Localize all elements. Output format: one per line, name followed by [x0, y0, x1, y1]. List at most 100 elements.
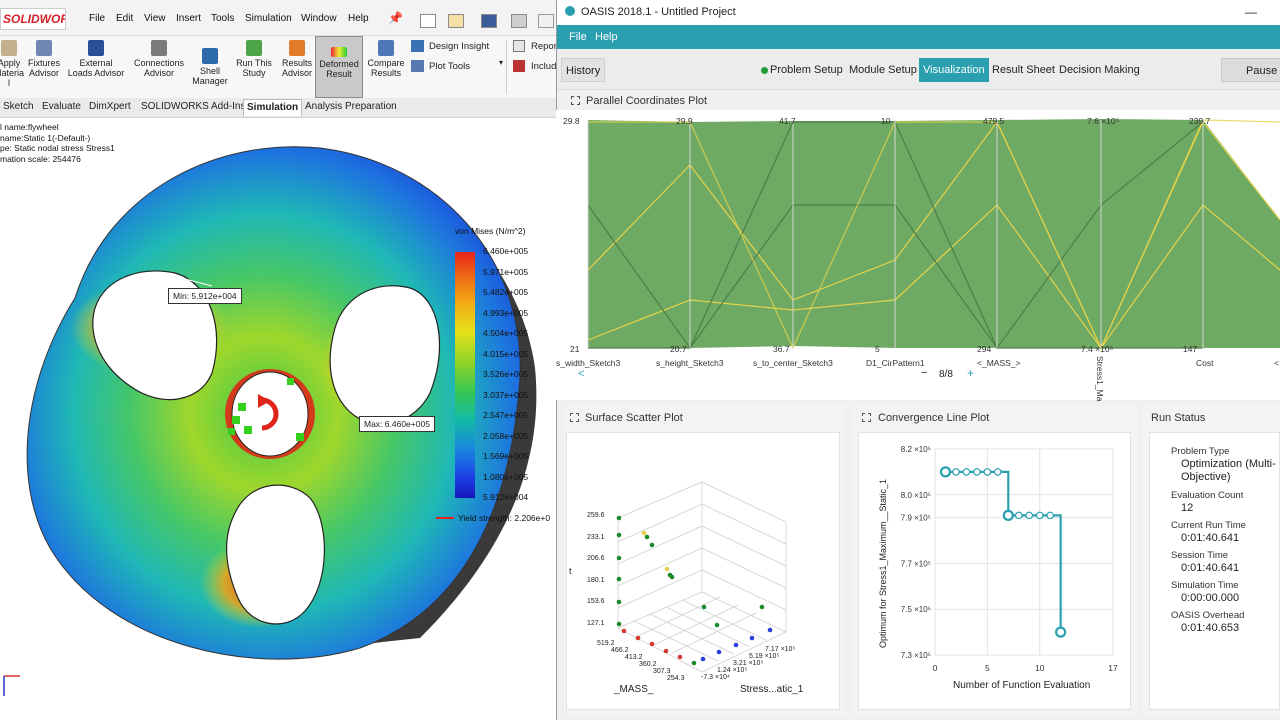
minimize-icon[interactable]: — [1245, 5, 1257, 19]
tab-decision-making[interactable]: Decision Making [1055, 58, 1144, 82]
report-button[interactable]: Report [513, 40, 556, 54]
axis-name-label[interactable]: s_to_center_Sketch3 [753, 358, 833, 368]
include-icon [513, 60, 525, 72]
tab-result-sheet[interactable]: Result Sheet [988, 58, 1059, 82]
deformed-icon [331, 47, 347, 57]
design-insight-icon [411, 40, 424, 52]
menu-simulation[interactable]: Simulation [245, 13, 292, 24]
axis-name-label[interactable]: Stress1_Ma [1095, 356, 1105, 401]
data-point [939, 466, 952, 478]
chevron-down-icon[interactable]: ▾ [499, 58, 503, 67]
axis-min-label: 20.7 [670, 344, 687, 354]
design-insight-button[interactable]: Design Insight [411, 40, 506, 54]
solidworks-logo: SOLIDWORKS [0, 8, 66, 30]
menu-help[interactable]: Help [348, 13, 369, 24]
tab-analysis-preparation[interactable]: Analysis Preparation [302, 101, 400, 112]
plot-frame [934, 448, 1114, 656]
oasis-nav: History Problem Setup Module Setup Visua… [557, 49, 1280, 90]
compare-icon [378, 40, 394, 56]
axis-max-label: 479.5 [983, 116, 1005, 126]
compare-results-button[interactable]: Compare Results [366, 38, 406, 98]
data-point [1014, 511, 1023, 520]
expand-icon[interactable] [862, 413, 871, 422]
menu-file[interactable]: File [569, 31, 587, 43]
legend-value: 1.080e+005 [483, 471, 529, 482]
z-tick-label: 206.6 [587, 555, 605, 562]
pager-prev-icon[interactable]: − [921, 367, 927, 379]
shell-manager-button[interactable]: Shell Manager [191, 46, 229, 106]
menu-edit[interactable]: Edit [116, 13, 133, 24]
menu-window[interactable]: Window [301, 13, 337, 24]
mass-tick-label: 254.3 [667, 675, 685, 682]
tab-addins[interactable]: SOLIDWORKS Add-Ins [138, 101, 248, 112]
results-advisor-button[interactable]: Results Advisor [279, 38, 315, 98]
triad [3, 675, 20, 696]
pin-icon[interactable]: 📌 [388, 11, 403, 25]
history-button[interactable]: History [561, 58, 606, 82]
new-document-icon[interactable] [420, 14, 436, 28]
y-tick-label: 8.0 ×10⁵ [901, 491, 931, 500]
print-icon[interactable] [511, 14, 527, 28]
tab-problem-setup[interactable]: Problem Setup [766, 58, 847, 82]
report-icon [513, 40, 525, 52]
expand-icon[interactable] [571, 96, 580, 105]
menu-help[interactable]: Help [595, 31, 618, 43]
y-tick-label: 7.9 ×10⁵ [901, 514, 931, 523]
axis-name-label[interactable]: s_height_Sketch3 [656, 358, 724, 368]
tab-module-setup[interactable]: Module Setup [845, 58, 921, 82]
tab-dimxpert[interactable]: DimXpert [86, 101, 134, 112]
legend-value: 6.460e+005 [483, 246, 529, 256]
tab-simulation[interactable]: Simulation [243, 99, 303, 116]
axis-name-label[interactable]: Cost [1196, 358, 1213, 368]
y-tick-label: 7.3 ×10⁵ [901, 651, 931, 660]
deformed-result-button[interactable]: Deformed Result [315, 36, 363, 98]
sw-ribbon: Apply Material Fixtures Advisor External… [0, 36, 556, 98]
tab-sketch[interactable]: Sketch [0, 101, 37, 112]
tab-visualization[interactable]: Visualization [919, 58, 989, 82]
axis-name-label[interactable]: D1_CirPattern1 [866, 358, 925, 368]
external-loads-icon [88, 40, 104, 56]
oasis-logo-icon [565, 6, 575, 16]
problem-type-value: Optimization (Multi-Objective) [1181, 458, 1276, 483]
apply-material-button[interactable]: Apply Material [0, 38, 24, 98]
axis-name-label[interactable]: < [1274, 358, 1279, 368]
external-loads-button[interactable]: External Loads Advisor [66, 38, 126, 98]
scroll-left-icon[interactable]: < [578, 368, 584, 380]
run-this-study-button[interactable]: Run This Study [234, 38, 274, 98]
scatter-title: Surface Scatter Plot [585, 412, 683, 424]
z-tick-label: 127.1 [587, 619, 605, 627]
mass-tick-label: 307.3 [653, 668, 671, 675]
plot-tools-button[interactable]: Plot Tools [411, 60, 506, 74]
series-line [945, 470, 1062, 633]
problem-type-label: Problem Type [1171, 446, 1230, 457]
menu-view[interactable]: View [144, 13, 166, 24]
include-button[interactable]: Include [513, 60, 556, 74]
menu-tools[interactable]: Tools [211, 13, 234, 24]
connections-icon [151, 40, 167, 56]
axis-name-label[interactable]: s_width_Sketch3 [556, 358, 620, 368]
axis-name-label[interactable]: <_MASS_> [977, 358, 1020, 368]
z-tick-label: 180.1 [587, 576, 605, 584]
menu-insert[interactable]: Insert [176, 13, 201, 24]
save-icon[interactable] [481, 14, 497, 28]
expand-icon[interactable] [570, 413, 579, 422]
data-point [962, 468, 971, 476]
pause-button[interactable]: Pause [1221, 58, 1280, 82]
connections-advisor-button[interactable]: Connections Advisor [132, 38, 186, 98]
mass-tick-label: 466.2 [611, 647, 629, 654]
legend-value: 1.569e+005 [483, 451, 529, 461]
open-icon[interactable] [448, 14, 464, 28]
current-run-label: Current Run Time [1171, 520, 1246, 531]
tab-evaluate[interactable]: Evaluate [39, 101, 84, 112]
fixtures-advisor-button[interactable]: Fixtures Advisor [25, 38, 63, 98]
undo-icon[interactable] [538, 14, 554, 28]
probe-min-label: Min: 5.912e+004 [168, 288, 242, 304]
material-icon [1, 40, 17, 56]
menu-file[interactable]: File [89, 13, 105, 24]
stress-tick-label: 3.21 ×10⁵ [733, 660, 764, 667]
data-point [1055, 626, 1067, 638]
legend-value: 4.993e+005 [483, 307, 529, 318]
x-tick-label: 17 [1108, 663, 1118, 673]
pager-next-icon[interactable]: + [967, 366, 974, 380]
sw-command-tabs: Sketch Evaluate DimXpert SOLIDWORKS Add-… [0, 98, 556, 118]
